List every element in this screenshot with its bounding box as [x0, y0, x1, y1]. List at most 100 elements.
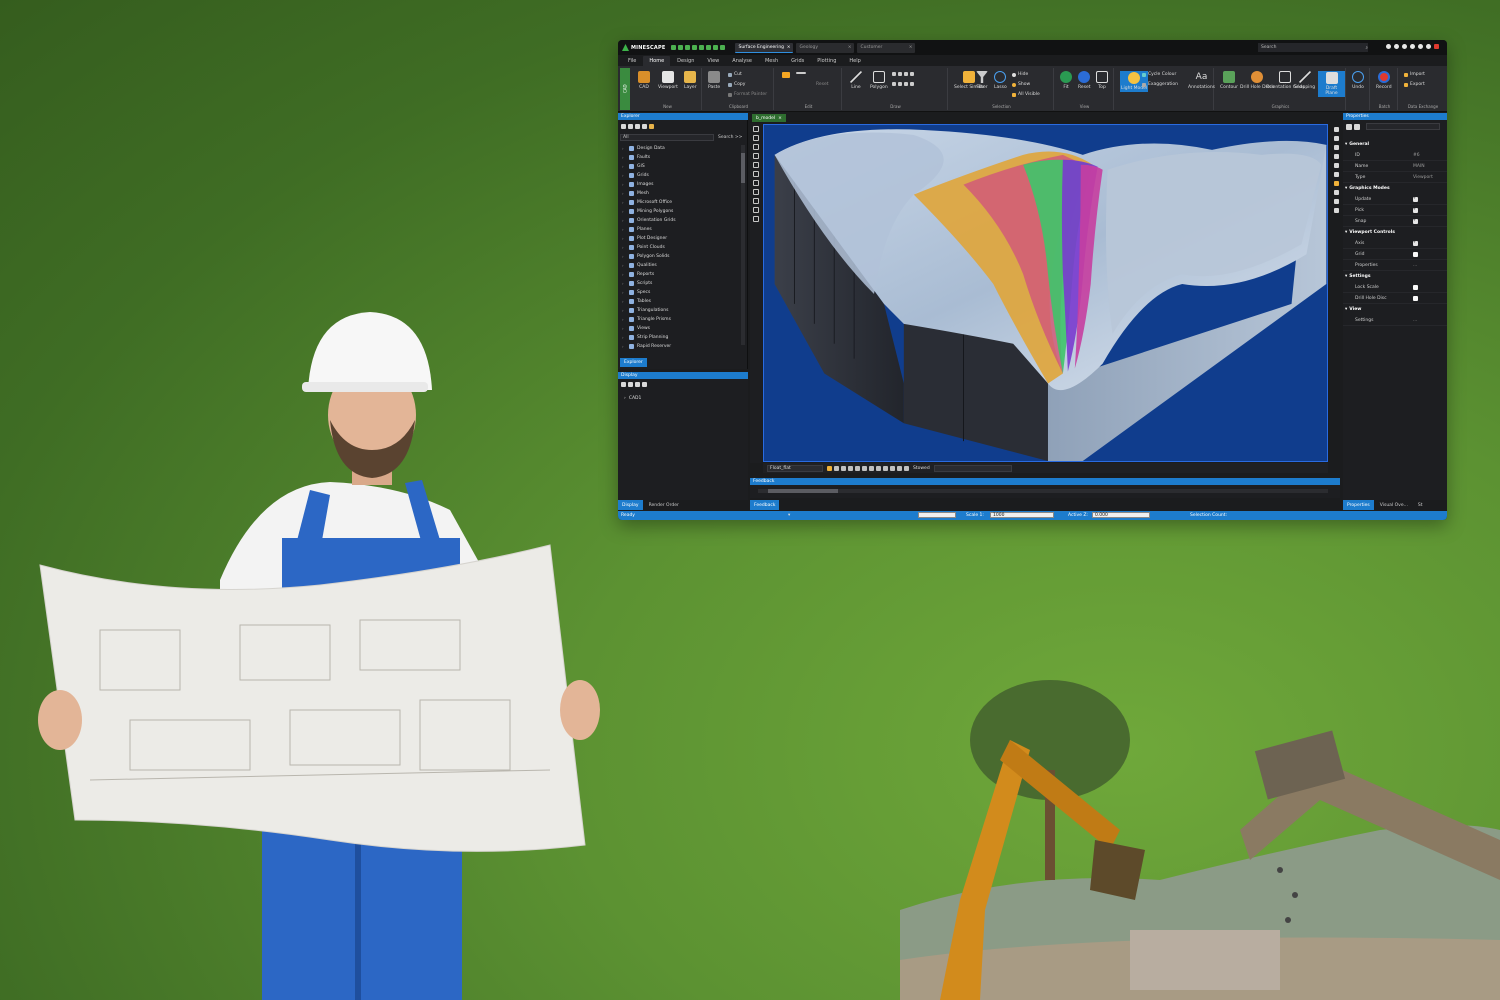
light-icon[interactable] [827, 465, 832, 471]
export-button[interactable]: Export [1404, 82, 1425, 87]
menu-help[interactable]: Help [843, 56, 866, 66]
filter-icon[interactable] [635, 123, 640, 129]
grid-icon[interactable] [855, 465, 860, 471]
property-group[interactable]: ▾ Graphics Modes [1343, 183, 1447, 194]
property-value[interactable]: ... [1413, 263, 1417, 268]
tab-display[interactable]: Display [618, 500, 643, 510]
exaggeration-button[interactable]: Exaggeration [1142, 82, 1178, 87]
fit-button[interactable]: Fit [1060, 71, 1072, 90]
phone-icon[interactable] [1410, 44, 1415, 49]
cut-button[interactable]: Cut [728, 72, 742, 77]
chevron-right-icon[interactable]: › [622, 245, 626, 250]
chevron-right-icon[interactable]: › [622, 317, 626, 322]
chevron-right-icon[interactable]: › [622, 191, 626, 196]
menu-analyse[interactable]: Analyse [726, 56, 758, 66]
chevron-right-icon[interactable]: › [624, 396, 626, 401]
tab-geology[interactable]: Geology × [796, 42, 855, 53]
filter-button[interactable]: Filter [976, 71, 988, 90]
chevron-right-icon[interactable]: › [622, 218, 626, 223]
arc-icon[interactable] [753, 162, 759, 168]
tab-properties[interactable]: Properties [1343, 500, 1374, 510]
property-value[interactable]: ... [1413, 318, 1417, 323]
chevron-right-icon[interactable]: › [622, 308, 626, 313]
home-icon[interactable] [621, 123, 626, 129]
property-group[interactable]: ▾ Settings [1343, 271, 1447, 282]
tree-item[interactable]: › Point Clouds [622, 243, 740, 252]
top-view-button[interactable]: Top [1096, 71, 1108, 90]
paste-button[interactable]: Paste [708, 71, 720, 90]
close-icon[interactable] [720, 45, 726, 50]
categorize-icon[interactable] [1346, 123, 1352, 130]
undo-icon[interactable] [692, 45, 698, 50]
reset-style-button[interactable]: Reset [816, 82, 829, 87]
settings-icon[interactable] [713, 45, 719, 50]
format-painter-button[interactable]: Format Painter [728, 92, 767, 97]
filter-icon[interactable] [890, 465, 895, 471]
tab-explorer[interactable]: Explorer [620, 358, 647, 367]
property-checkbox[interactable] [1413, 295, 1418, 301]
explorer-filter-select[interactable]: All [620, 133, 714, 141]
close-icon[interactable]: × [909, 45, 913, 50]
tree-item[interactable]: › Specs [622, 288, 740, 297]
folder-icon[interactable] [649, 123, 654, 129]
status-dropdown-icon[interactable]: ▾ [788, 513, 790, 518]
notification-icon[interactable] [1434, 44, 1439, 49]
colour-picker[interactable] [782, 72, 790, 78]
property-checkbox[interactable] [1413, 206, 1418, 213]
chevron-right-icon[interactable]: › [622, 200, 626, 205]
property-value[interactable]: Viewport [1413, 175, 1433, 180]
chevron-right-icon[interactable]: › [622, 155, 626, 160]
tree-item[interactable]: › Planes [622, 225, 740, 234]
line-icon[interactable] [753, 144, 759, 150]
tree-item[interactable]: › Mining Polygons [622, 207, 740, 216]
chevron-right-icon[interactable]: › [622, 290, 626, 295]
chevron-right-icon[interactable]: › [622, 227, 626, 232]
chevron-right-icon[interactable]: › [622, 254, 626, 259]
polyline-icon[interactable] [753, 153, 759, 159]
chevron-right-icon[interactable]: › [622, 164, 626, 169]
3d-viewport[interactable] [763, 124, 1328, 462]
draw-tools[interactable] [892, 72, 914, 76]
tab-feedback[interactable]: Feedback [750, 500, 780, 510]
tab-surface-engineering[interactable]: Surface Engineering × [735, 42, 794, 53]
sort-icon[interactable] [1354, 123, 1360, 130]
chevron-right-icon[interactable]: › [622, 209, 626, 214]
mesh-icon[interactable] [848, 465, 853, 471]
menu-grids[interactable]: Grids [785, 56, 810, 66]
tree-item[interactable]: › Images [622, 180, 740, 189]
measure-icon[interactable] [876, 465, 881, 471]
snapping-button[interactable]: Snapping [1294, 71, 1315, 90]
explorer-scrollbar[interactable] [741, 145, 745, 345]
user-icon[interactable] [1418, 44, 1423, 49]
search-input[interactable]: Search ⌕ [1258, 43, 1368, 52]
chevron-right-icon[interactable]: › [622, 281, 626, 286]
draft-plane-button[interactable]: Draft Plane [1318, 71, 1345, 97]
pointer-icon[interactable] [753, 126, 759, 132]
cad-button[interactable]: CAD [638, 71, 650, 90]
close-icon[interactable]: × [778, 116, 782, 121]
new-icon[interactable] [678, 45, 684, 50]
tree-item[interactable]: › Reports [622, 270, 740, 279]
help-icon[interactable] [1394, 44, 1399, 49]
property-value[interactable]: #6 [1413, 153, 1420, 158]
property-checkbox[interactable] [1413, 195, 1418, 202]
menu-plotting[interactable]: Plotting [811, 56, 842, 66]
list-icon[interactable] [1333, 145, 1339, 150]
ellipse-icon[interactable] [753, 198, 759, 204]
feedback-scrollbar[interactable] [758, 489, 1328, 493]
property-group[interactable]: ▾ View [1343, 304, 1447, 315]
close-icon[interactable]: × [848, 45, 852, 50]
tree-item[interactable]: › Triangle Prisms [622, 315, 740, 324]
scale-input[interactable]: 1000 [990, 512, 1054, 518]
tree-item[interactable]: › Grids [622, 171, 740, 180]
property-group[interactable]: ▾ Viewport Controls [1343, 227, 1447, 238]
layers-icon[interactable] [1333, 136, 1339, 141]
properties-search-input[interactable] [1366, 123, 1440, 130]
chevron-right-icon[interactable]: › [622, 173, 626, 178]
menu-design[interactable]: Design [671, 56, 700, 66]
cycle-colour-button[interactable]: Cycle Colour [1142, 72, 1176, 77]
tree-item[interactable]: › Qualities [622, 261, 740, 270]
property-group[interactable]: ▾ General [1343, 139, 1447, 150]
sun-icon[interactable] [1333, 181, 1339, 186]
properties-icon[interactable] [1333, 127, 1339, 132]
